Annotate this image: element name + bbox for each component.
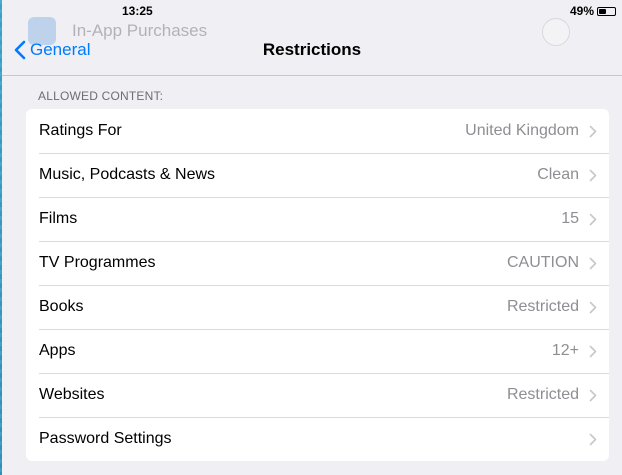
row-label: Music, Podcasts & News bbox=[39, 166, 216, 183]
row-websites[interactable]: Websites Restricted bbox=[26, 373, 609, 417]
row-label: Apps bbox=[39, 342, 76, 359]
row-password-settings[interactable]: Password Settings bbox=[26, 417, 609, 461]
row-tv-programmes[interactable]: TV Programmes CAUTION bbox=[26, 241, 609, 285]
chevron-right-icon bbox=[589, 213, 597, 225]
row-ratings-for[interactable]: Ratings For United Kingdom bbox=[26, 109, 609, 153]
navigation-bar: General Restrictions bbox=[2, 20, 622, 76]
row-label: Films bbox=[39, 210, 78, 227]
chevron-right-icon bbox=[589, 125, 597, 137]
row-value: 15 bbox=[561, 210, 579, 227]
row-label: TV Programmes bbox=[39, 254, 156, 271]
battery-fill bbox=[599, 8, 607, 14]
settings-screen: In-App Purchases 13:25 49% General Restr… bbox=[2, 0, 622, 475]
row-apps[interactable]: Apps 12+ bbox=[26, 329, 609, 373]
row-value: Restricted bbox=[506, 386, 579, 403]
chevron-right-icon bbox=[589, 169, 597, 181]
page-title: Restrictions bbox=[262, 40, 362, 59]
chevron-right-icon bbox=[589, 433, 597, 445]
row-label: Books bbox=[39, 298, 84, 315]
row-value: Restricted bbox=[506, 298, 579, 315]
chevron-right-icon bbox=[589, 257, 597, 269]
allowed-content-group: Ratings For United Kingdom Music, Podcas… bbox=[26, 109, 609, 461]
row-value: United Kingdom bbox=[465, 122, 579, 139]
row-value: 12+ bbox=[551, 342, 579, 359]
status-bar: 13:25 49% bbox=[2, 0, 622, 20]
status-time: 13:25 bbox=[122, 4, 153, 18]
chevron-right-icon bbox=[589, 345, 597, 357]
battery-indicator: 49% bbox=[570, 4, 616, 18]
section-header-allowed-content: ALLOWED CONTENT: bbox=[38, 89, 164, 103]
row-label: Websites bbox=[39, 386, 105, 403]
row-value: CAUTION bbox=[507, 254, 579, 271]
row-label: Ratings For bbox=[39, 122, 122, 139]
chevron-right-icon bbox=[589, 301, 597, 313]
row-books[interactable]: Books Restricted bbox=[26, 285, 609, 329]
row-films[interactable]: Films 15 bbox=[26, 197, 609, 241]
chevron-right-icon bbox=[589, 389, 597, 401]
battery-percent: 49% bbox=[569, 4, 594, 18]
row-label: Password Settings bbox=[39, 430, 172, 447]
row-value: Clean bbox=[537, 166, 579, 183]
battery-icon bbox=[597, 6, 616, 16]
row-music-podcasts-news[interactable]: Music, Podcasts & News Clean bbox=[26, 153, 609, 197]
